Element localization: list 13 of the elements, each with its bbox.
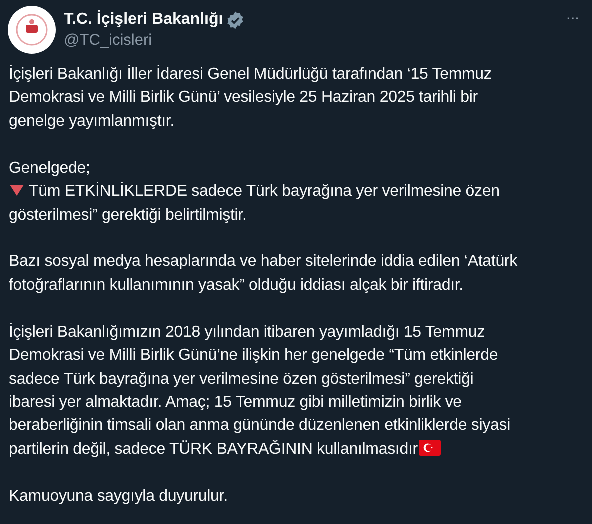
- tweet-paragraph: Kamuoyuna saygıyla duyurulur.: [9, 486, 229, 507]
- tweet-text: partilerin değil, sadece TÜRK BAYRAĞININ kullanılmasıdır: [9, 440, 418, 458]
- tweet-text: Tüm ETKİNLİKLERDE sadece Türk bayrağına yer verilmesine özen: [29, 183, 500, 200]
- tweet-paragraph: İçişleri Bakanlığı İller İdaresi Genel Müdürlüğü tarafından ‘15 Temmuz Demokrasi ve Milli Birlik Günü’ vesilesiyle 25 Haziran 2025 tarihli bir genelge yayımlanmıştır.: [9, 64, 493, 132]
- more-options-button[interactable]: ···: [562, 8, 583, 30]
- account-handle[interactable]: @TC_icisleri: [64, 30, 246, 52]
- tweet-paragraph: Bazı sosyal medya hesaplarında ve haber sitelerinde iddia edilen ‘Atatürk fotoğraflarının kullanımının yasak” olduğu iddiası alçak bir iftiradır.: [9, 252, 518, 296]
- tweet-paragraph: Genelgede; Tüm ETKİNLİKLERDE sadece Türk bayrağına yer verilmesine özen gösterilmesi” gerektiği belirtilmiştir.: [9, 158, 501, 226]
- flag-icon: [418, 440, 441, 456]
- avatar[interactable]: [8, 6, 56, 54]
- tweet-paragraph: İçişleri Bakanlığımızın 2018 yılından itibaren yayımladığı 15 Temmuz Demokrasi ve Milli Birlik Günü’ne ilişkin her genelgede “Tüm etkinlerde sadece Türk bayrağına yer verilmesine özen gösterilmesi” gerektiği ibaresi yer almaktadır. Amaç; 15 Temmuz gibi milletimizin birlik ve beraberliğinin timsali olan anma gününde düzenlenen etkinliklerde siyasi partilerin değil, sadece TÜRK BAYRAĞININ kullanılmasıdır: [9, 322, 512, 460]
- down-triangle-icon: [9, 183, 25, 198]
- account-name[interactable]: T.C. İçişleri Bakanlığı: [64, 10, 224, 30]
